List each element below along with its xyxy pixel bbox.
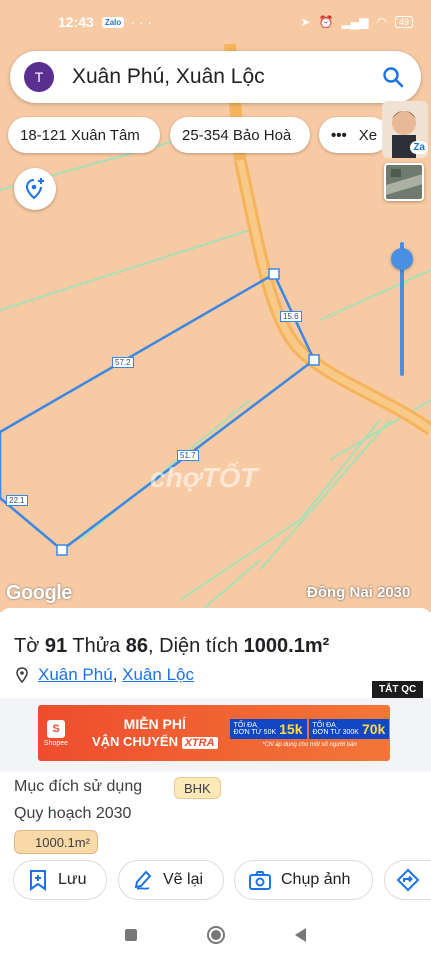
more-dots-icon: •••	[331, 126, 347, 144]
ward-link[interactable]: Xuân Phú	[38, 665, 113, 685]
shopee-logo: S Shopee	[38, 719, 74, 747]
satellite-preview-icon	[386, 165, 422, 199]
chat-head-avatar[interactable]: Za	[382, 101, 428, 158]
grid-line	[329, 399, 431, 461]
signal-icon: ▂▄▆	[341, 15, 369, 29]
area-badge: 1000.1m²	[14, 830, 98, 854]
segment-length-label: 51.7	[177, 450, 199, 461]
add-location-button[interactable]	[14, 168, 56, 210]
zalo-badge: Za	[410, 141, 428, 154]
chip-more[interactable]: ••• Xe	[319, 117, 389, 153]
grid-line	[259, 419, 391, 571]
back-icon[interactable]	[295, 928, 306, 942]
directions-button[interactable]	[384, 860, 431, 900]
hide-ads-button[interactable]: TẮT QC	[372, 681, 424, 698]
status-time: 12:43	[58, 14, 94, 30]
recents-icon[interactable]	[125, 929, 137, 941]
ad-area: S Shopee MIỄN PHÍ VẬN CHUYỂN XTRA TỐI ĐA…	[0, 698, 431, 772]
segment-length-label: 22.1	[6, 495, 28, 506]
parcel-title: Tờ 91 Thửa 86, Diện tích 1000.1m²	[14, 635, 330, 657]
battery-indicator: 49	[394, 16, 413, 28]
chip-more-label: Xe	[358, 126, 378, 144]
sheet-number: 91	[44, 635, 68, 657]
segment-length-label: 57.2	[112, 357, 134, 368]
account-avatar[interactable]: T	[24, 62, 54, 92]
segment-length-label: 15.6	[280, 311, 302, 322]
parcel-area: 1000.1m²	[243, 635, 330, 657]
plan-label: Quy hoạch 2030	[14, 805, 132, 822]
ad-vouchers: TỐI ĐA ĐƠN TỪ 50K 15k TỐI ĐA ĐƠN TỪ 300K 7…	[229, 718, 390, 748]
camera-icon	[249, 871, 271, 890]
chip-saved-location[interactable]: 18-121 Xuân Tâm	[8, 117, 160, 153]
directions-icon	[396, 868, 420, 892]
status-bar: 12:43 Zalo · · · ➤ ⏰ ▂▄▆ ◠ 49	[0, 0, 431, 44]
zalo-notification-icon: Zalo	[101, 16, 125, 28]
action-row: Lưu Vẽ lại Chụp ảnh	[0, 860, 431, 904]
vertex-handle	[308, 354, 320, 366]
parcel-info-sheet: Tờ 91 Thửa 86, Diện tích 1000.1m² Xuân P…	[0, 608, 431, 908]
overlay-layer-name: Đồng Nai 2030	[307, 584, 411, 601]
parcel-outline	[0, 272, 316, 552]
ad-headline: MIỄN PHÍ VẬN CHUYỂN XTRA	[92, 715, 218, 752]
chip-saved-location[interactable]: 25-354 Bảo Hoà	[170, 117, 310, 153]
vertex-handle	[268, 268, 280, 280]
vertex-handle	[56, 544, 68, 556]
location-pin-icon	[16, 667, 28, 683]
district-link[interactable]: Xuân Lộc	[122, 665, 194, 685]
search-bar[interactable]: T Xuân Phú, Xuân Lộc	[10, 51, 421, 103]
parcel-address: Xuân Phú, Xuân Lộc	[14, 665, 194, 685]
shopee-bag-icon: S	[47, 719, 65, 738]
google-logo: Google	[6, 582, 72, 604]
bookmark-add-icon	[30, 870, 46, 891]
add-location-icon	[25, 178, 44, 200]
purpose-label: Mục đích sử dụng	[14, 778, 143, 795]
voucher: TỐI ĐA ĐƠN TỪ 50K 15k	[229, 718, 307, 739]
capture-button[interactable]: Chụp ảnh	[234, 860, 373, 900]
zoom-slider-handle[interactable]	[391, 248, 413, 270]
wifi-icon: ◠	[376, 15, 387, 29]
search-query[interactable]: Xuân Phú, Xuân Lộc	[72, 65, 265, 89]
chotot-watermark: chợTỐT	[150, 462, 258, 493]
system-nav-bar	[0, 910, 431, 960]
alarm-icon: ⏰	[318, 15, 334, 29]
ad-footnote: *Chỉ áp dụng cho một số người bán	[262, 741, 357, 748]
search-icon[interactable]	[381, 65, 405, 89]
satellite-layer-toggle[interactable]	[384, 163, 424, 201]
grid-line	[0, 229, 251, 311]
home-icon[interactable]	[207, 926, 225, 944]
save-button[interactable]: Lưu	[13, 860, 107, 900]
shopee-ad-banner[interactable]: S Shopee MIỄN PHÍ VẬN CHUYỂN XTRA TỐI ĐA…	[38, 705, 390, 761]
notification-dots: · · ·	[130, 14, 153, 30]
location-icon: ➤	[300, 15, 311, 29]
purpose-badge: BHK	[174, 777, 221, 799]
grid-line	[319, 269, 431, 321]
voucher: TỐI ĐA ĐƠN TỪ 300K 70k	[308, 718, 390, 739]
redraw-icon	[134, 870, 152, 890]
parcel-number: 86	[125, 635, 149, 657]
redraw-button[interactable]: Vẽ lại	[118, 860, 224, 900]
